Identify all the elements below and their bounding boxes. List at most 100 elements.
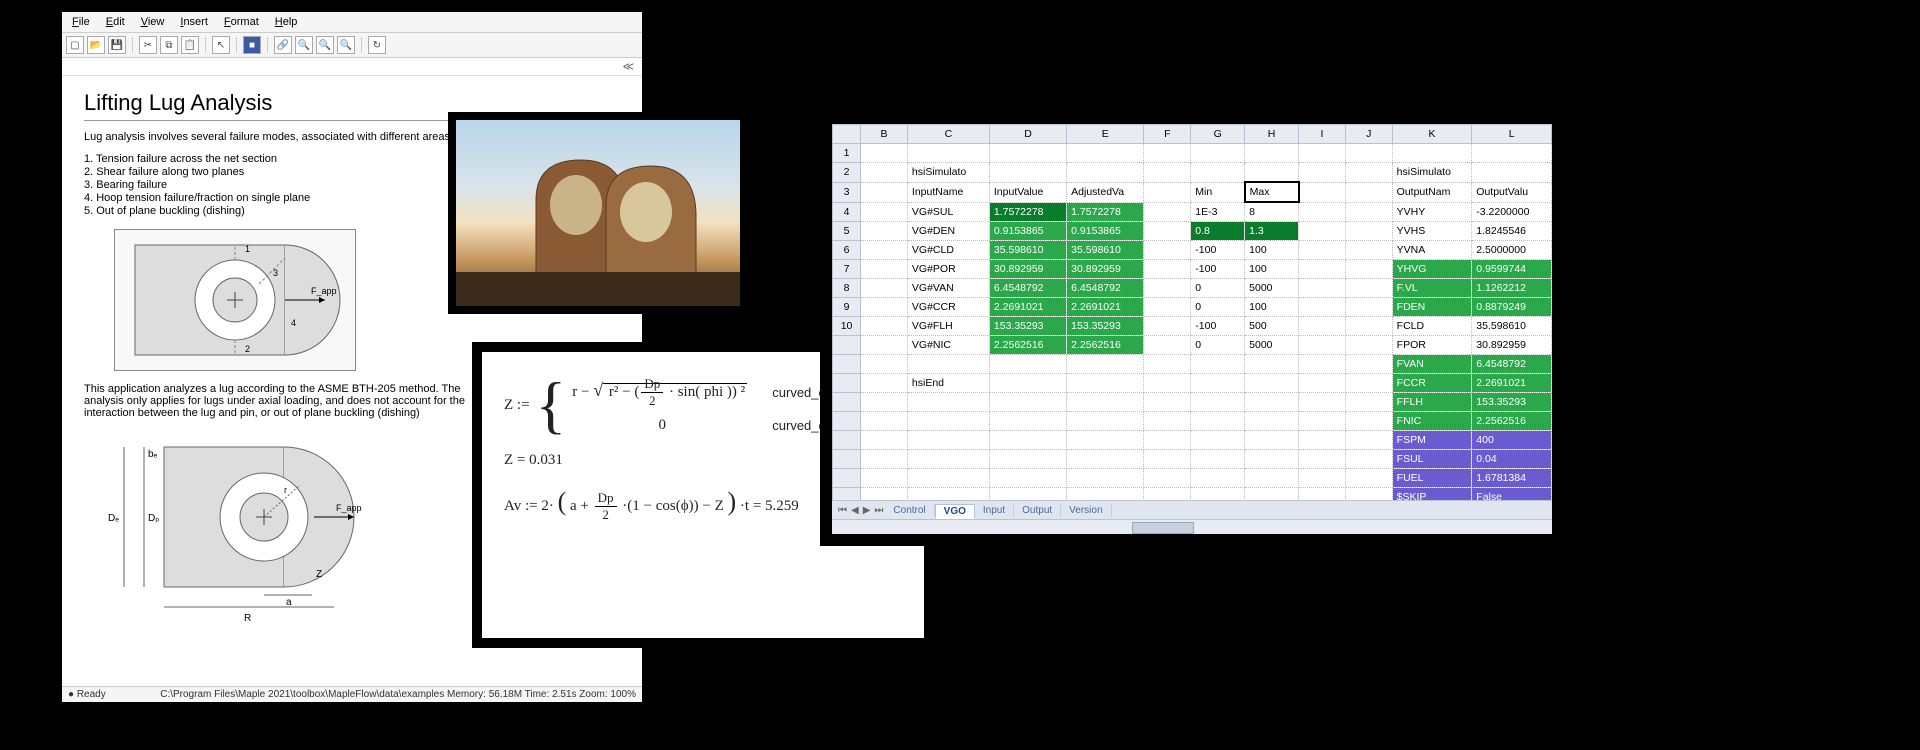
cell[interactable] [1245, 393, 1299, 412]
sheet-grid[interactable]: B C D E F G H I J K L 12hsiSimulatohsiSi… [832, 124, 1552, 500]
cell[interactable] [1067, 163, 1144, 183]
cell[interactable] [1299, 298, 1346, 317]
tab-output[interactable]: Output [1014, 504, 1061, 517]
cut-icon[interactable]: ✂ [139, 36, 157, 54]
cell[interactable] [1345, 374, 1392, 393]
cell[interactable] [907, 488, 989, 501]
cell[interactable] [1067, 393, 1144, 412]
cell[interactable]: YVHS [1392, 222, 1472, 241]
cell[interactable] [1345, 241, 1392, 260]
cell[interactable]: 1.8245546 [1472, 222, 1552, 241]
cell[interactable]: hsiEnd [907, 374, 989, 393]
collapse-chevron-icon[interactable]: ≪ [62, 58, 642, 76]
cell[interactable] [1299, 222, 1346, 241]
h-scrollbar[interactable] [832, 519, 1552, 534]
cell[interactable]: 0 [1191, 279, 1245, 298]
cell[interactable] [1299, 431, 1346, 450]
cell[interactable] [1144, 431, 1191, 450]
cell[interactable] [989, 393, 1066, 412]
cell[interactable] [861, 202, 908, 222]
cell[interactable] [1299, 202, 1346, 222]
cell[interactable] [1299, 336, 1346, 355]
cell[interactable]: 2.2691021 [1067, 298, 1144, 317]
save-icon[interactable]: 💾 [108, 36, 126, 54]
cell[interactable]: 153.35293 [1472, 393, 1552, 412]
cell[interactable]: 30.892959 [1067, 260, 1144, 279]
cell[interactable] [1345, 488, 1392, 501]
cell[interactable]: VG#FLH [907, 317, 989, 336]
cell[interactable] [989, 412, 1066, 431]
zoom-in-icon[interactable]: 🔍 [295, 36, 313, 54]
cell[interactable]: 0.9153865 [1067, 222, 1144, 241]
cell[interactable]: hsiSimulato [907, 163, 989, 183]
stop-icon[interactable]: ■ [243, 36, 261, 54]
cell[interactable]: FNIC [1392, 412, 1472, 431]
cell[interactable]: FCCR [1392, 374, 1472, 393]
cell[interactable] [1245, 488, 1299, 501]
cell[interactable]: 1E-3 [1191, 202, 1245, 222]
cell[interactable] [1392, 144, 1472, 163]
cell[interactable] [989, 163, 1066, 183]
cell[interactable]: 5000 [1245, 279, 1299, 298]
cell[interactable]: VG#CCR [907, 298, 989, 317]
menu-file[interactable]: File [66, 14, 96, 30]
cell[interactable] [861, 355, 908, 374]
cell[interactable] [1345, 202, 1392, 222]
cell[interactable] [1144, 336, 1191, 355]
cell[interactable]: VG#VAN [907, 279, 989, 298]
cell[interactable]: AdjustedVa [1067, 182, 1144, 202]
cell[interactable]: 153.35293 [989, 317, 1066, 336]
cell[interactable] [1299, 317, 1346, 336]
cell[interactable] [1345, 412, 1392, 431]
row-header[interactable]: 4 [833, 202, 861, 222]
cell[interactable] [861, 222, 908, 241]
cell[interactable]: 6.4548792 [989, 279, 1066, 298]
cell[interactable] [1144, 469, 1191, 488]
cell[interactable]: 0 [1191, 298, 1245, 317]
cell[interactable]: 2.2562516 [1067, 336, 1144, 355]
cell[interactable] [1144, 182, 1191, 202]
cell[interactable] [1245, 469, 1299, 488]
tab-control[interactable]: Control [885, 504, 934, 517]
open-icon[interactable]: 📂 [87, 36, 105, 54]
cell[interactable]: 1.7572278 [1067, 202, 1144, 222]
tab-nav-next-icon[interactable]: ▶ [863, 505, 871, 516]
tab-nav-prev-icon[interactable]: ◀ [851, 505, 859, 516]
cell[interactable]: VG#POR [907, 260, 989, 279]
cell[interactable] [1299, 374, 1346, 393]
cell[interactable] [989, 355, 1066, 374]
cell[interactable] [1191, 450, 1245, 469]
cell[interactable]: -3.2200000 [1472, 202, 1552, 222]
zoom-out-icon[interactable]: 🔍 [316, 36, 334, 54]
cell[interactable] [1245, 355, 1299, 374]
row-header[interactable]: 8 [833, 279, 861, 298]
cell[interactable] [907, 431, 989, 450]
row-header[interactable] [833, 393, 861, 412]
tab-input[interactable]: Input [975, 504, 1014, 517]
cell[interactable] [861, 260, 908, 279]
cell[interactable]: FCLD [1392, 317, 1472, 336]
cell[interactable] [1191, 488, 1245, 501]
cell[interactable]: F.VL [1392, 279, 1472, 298]
cell[interactable]: FFLH [1392, 393, 1472, 412]
cell[interactable]: 0.04 [1472, 450, 1552, 469]
cell[interactable]: -100 [1191, 260, 1245, 279]
cell[interactable] [1067, 469, 1144, 488]
cell[interactable]: 35.598610 [989, 241, 1066, 260]
cell[interactable] [1144, 222, 1191, 241]
cell[interactable]: -100 [1191, 317, 1245, 336]
cell[interactable] [1345, 144, 1392, 163]
cell[interactable]: 100 [1245, 260, 1299, 279]
cell[interactable] [1245, 144, 1299, 163]
cell[interactable]: 2.2562516 [1472, 412, 1552, 431]
cell[interactable] [1299, 412, 1346, 431]
cell[interactable]: 5000 [1245, 336, 1299, 355]
cell[interactable] [907, 144, 989, 163]
cell[interactable] [1245, 412, 1299, 431]
cell[interactable] [861, 374, 908, 393]
cell[interactable]: 2.5000000 [1472, 241, 1552, 260]
cell[interactable] [1191, 144, 1245, 163]
cell[interactable] [989, 450, 1066, 469]
cell[interactable] [861, 450, 908, 469]
cell[interactable] [1472, 163, 1552, 183]
